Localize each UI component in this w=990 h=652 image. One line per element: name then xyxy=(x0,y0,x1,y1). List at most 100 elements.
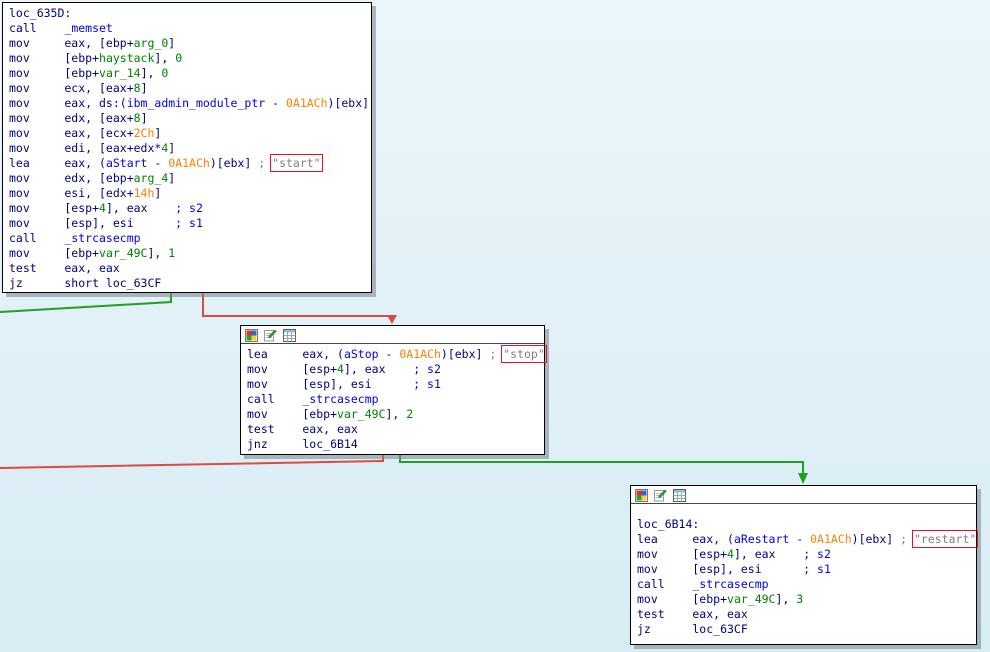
asm-line[interactable]: mov esi, [edx+14h] xyxy=(9,186,371,201)
asm-line[interactable]: mov [esp+4], eax ; s2 xyxy=(247,362,544,377)
asm-line[interactable]: test eax, eax xyxy=(9,261,371,276)
asm-token: 4 xyxy=(337,362,344,376)
node-color-icon[interactable] xyxy=(635,489,648,502)
asm-line[interactable]: loc_635D: xyxy=(9,6,371,21)
asm-token: 0 xyxy=(161,66,168,80)
asm-token: ] xyxy=(168,36,175,50)
asm-token: )[ebx] xyxy=(441,347,489,361)
graph-canvas[interactable]: loc_635D:call _memsetmov eax, [ebp+arg_0… xyxy=(0,0,990,652)
asm-line[interactable]: mov [ebp+var_49C], 2 xyxy=(247,407,544,422)
highlighted-string: "restart" xyxy=(914,532,976,546)
asm-line[interactable]: lea eax, (aStart - 0A1ACh)[ebx] ; "start… xyxy=(9,156,371,171)
asm-token: lea eax, ( xyxy=(637,532,734,546)
asm-token: mov [ebp+ xyxy=(9,246,99,260)
asm-token: var_49C xyxy=(337,407,385,421)
node-toolbar xyxy=(241,326,544,344)
asm-token: aStop xyxy=(344,347,379,361)
asm-token: ], eax xyxy=(344,362,413,376)
asm-line[interactable]: mov [esp+4], eax ; s2 xyxy=(637,547,976,562)
asm-token: mov edx, [eax+ xyxy=(9,111,134,125)
asm-line[interactable]: call _strcasecmp xyxy=(637,577,976,592)
asm-token: jz short loc_63CF xyxy=(9,276,161,290)
asm-token: _strcasecmp xyxy=(692,577,768,591)
asm-token: 2Ch xyxy=(134,126,155,140)
asm-token: call xyxy=(247,392,302,406)
asm-line[interactable]: mov edx, [eax+8] xyxy=(9,111,371,126)
asm-line[interactable]: mov [ebp+var_14], 0 xyxy=(9,66,371,81)
asm-token: mov [esp+ xyxy=(9,201,99,215)
asm-token: var_14 xyxy=(99,66,141,80)
asm-token: ; xyxy=(489,347,503,361)
asm-line[interactable]: call _strcasecmp xyxy=(9,231,371,246)
asm-token: 4 xyxy=(727,547,734,561)
asm-token: mov eax, ds:( xyxy=(9,96,127,110)
node-edit-icon[interactable] xyxy=(654,489,667,502)
asm-token: mov [ebp+ xyxy=(637,592,727,606)
node-edit-icon[interactable] xyxy=(264,329,277,342)
asm-token: mov [ebp+ xyxy=(9,51,99,65)
asm-line[interactable]: call _memset xyxy=(9,21,371,36)
asm-token: - xyxy=(265,96,286,110)
basic-block-loc_635D[interactable]: loc_635D:call _memsetmov eax, [ebp+arg_0… xyxy=(2,2,372,293)
asm-line[interactable]: mov [ebp+haystack], 0 xyxy=(9,51,371,66)
asm-token: ], xyxy=(154,51,175,65)
basic-block-loc_6B14[interactable]: loc_6B14:lea eax, (aRestart - 0A1ACh)[eb… xyxy=(630,485,977,645)
node-color-icon[interactable] xyxy=(245,329,258,342)
basic-block-stop-check[interactable]: lea eax, (aStop - 0A1ACh)[ebx] ; "stop"m… xyxy=(240,325,545,455)
asm-line[interactable]: test eax, eax xyxy=(637,607,976,622)
asm-token: 8 xyxy=(134,111,141,125)
asm-code: loc_635D:call _memsetmov eax, [ebp+arg_0… xyxy=(3,3,371,291)
asm-token: ; s2 xyxy=(413,362,441,376)
asm-token: ; xyxy=(258,156,272,170)
asm-line[interactable]: jnz loc_6B14 xyxy=(247,437,544,452)
asm-token: _strcasecmp xyxy=(64,231,140,245)
asm-token: arg_0 xyxy=(134,36,169,50)
node-hexview-icon[interactable] xyxy=(673,489,686,502)
asm-line[interactable]: jz short loc_63CF xyxy=(9,276,371,291)
asm-token: ], xyxy=(147,246,168,260)
asm-line[interactable]: call _strcasecmp xyxy=(247,392,544,407)
asm-line[interactable]: mov [ebp+var_49C], 1 xyxy=(9,246,371,261)
asm-line[interactable]: loc_6B14: xyxy=(637,517,976,532)
asm-token: ] xyxy=(141,111,148,125)
asm-token: 4 xyxy=(99,201,106,215)
asm-line[interactable]: mov [ebp+var_49C], 3 xyxy=(637,592,976,607)
asm-line[interactable]: mov [esp+4], eax ; s2 xyxy=(9,201,371,216)
asm-token: lea eax, ( xyxy=(9,156,106,170)
asm-line[interactable]: lea eax, (aStop - 0A1ACh)[ebx] ; "stop" xyxy=(247,347,544,362)
asm-token: call xyxy=(9,21,64,35)
asm-token: ] xyxy=(168,171,175,185)
asm-line[interactable]: mov edi, [eax+edx*4] xyxy=(9,141,371,156)
asm-line[interactable]: lea eax, (aRestart - 0A1ACh)[ebx] ; "res… xyxy=(637,532,976,547)
asm-token: 0A1ACh xyxy=(399,347,441,361)
asm-token: 14h xyxy=(134,186,155,200)
asm-line[interactable]: mov [esp], esi ; s1 xyxy=(9,216,371,231)
asm-line[interactable]: mov eax, [ebp+arg_0] xyxy=(9,36,371,51)
asm-token: mov edi, [eax+edx* xyxy=(9,141,161,155)
asm-token: 0A1ACh xyxy=(168,156,210,170)
asm-token: mov ecx, [eax+ xyxy=(9,81,134,95)
asm-token: ] xyxy=(168,141,175,155)
asm-token: aStart xyxy=(106,156,148,170)
asm-token: _strcasecmp xyxy=(302,392,378,406)
asm-line[interactable]: mov edx, [ebp+arg_4] xyxy=(9,171,371,186)
node-hexview-icon[interactable] xyxy=(283,329,296,342)
asm-line[interactable]: test eax, eax xyxy=(247,422,544,437)
asm-line[interactable]: mov [esp], esi ; s1 xyxy=(247,377,544,392)
asm-token: mov edx, [ebp+ xyxy=(9,171,134,185)
asm-line[interactable]: mov [esp], esi ; s1 xyxy=(637,562,976,577)
asm-token: call xyxy=(9,231,64,245)
asm-line[interactable]: mov eax, [ecx+2Ch] xyxy=(9,126,371,141)
asm-token: jnz loc_6B14 xyxy=(247,437,358,451)
asm-line[interactable]: jz loc_63CF xyxy=(637,622,976,637)
asm-token: ], xyxy=(385,407,406,421)
asm-line[interactable]: mov ecx, [eax+8] xyxy=(9,81,371,96)
asm-token: loc_635D: xyxy=(9,6,71,20)
highlighted-string: "start" xyxy=(272,156,320,170)
node-toolbar xyxy=(631,486,976,504)
asm-line[interactable]: mov eax, ds:(ibm_admin_module_ptr - 0A1A… xyxy=(9,96,371,111)
asm-token: 3 xyxy=(796,592,803,606)
highlighted-string: "stop" xyxy=(503,347,545,361)
asm-token: aRestart xyxy=(734,532,789,546)
asm-code: lea eax, (aStop - 0A1ACh)[ebx] ; "stop"m… xyxy=(241,344,544,452)
